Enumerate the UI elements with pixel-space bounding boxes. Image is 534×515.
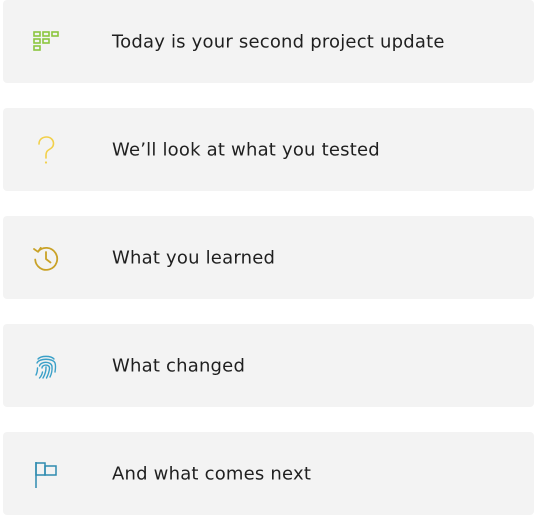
list-item-label: We’ll look at what you tested bbox=[112, 139, 380, 160]
flag-icon bbox=[31, 459, 61, 489]
grid-icon bbox=[31, 27, 61, 57]
list-item-label: What changed bbox=[112, 355, 246, 376]
list-item: What you learned bbox=[3, 216, 534, 299]
list-item: And what comes next bbox=[3, 432, 534, 515]
history-icon bbox=[31, 243, 61, 273]
list-item-label: Today is your second project update bbox=[112, 31, 445, 52]
list-item: We’ll look at what you tested bbox=[3, 108, 534, 191]
fingerprint-icon bbox=[31, 351, 61, 381]
list-item-label: What you learned bbox=[112, 247, 276, 268]
list-item: Today is your second project update bbox=[3, 0, 534, 83]
agenda-list: Today is your second project update We’l… bbox=[0, 0, 534, 515]
list-item: What changed bbox=[3, 324, 534, 407]
question-mark-icon bbox=[31, 135, 61, 165]
list-item-label: And what comes next bbox=[112, 463, 312, 484]
